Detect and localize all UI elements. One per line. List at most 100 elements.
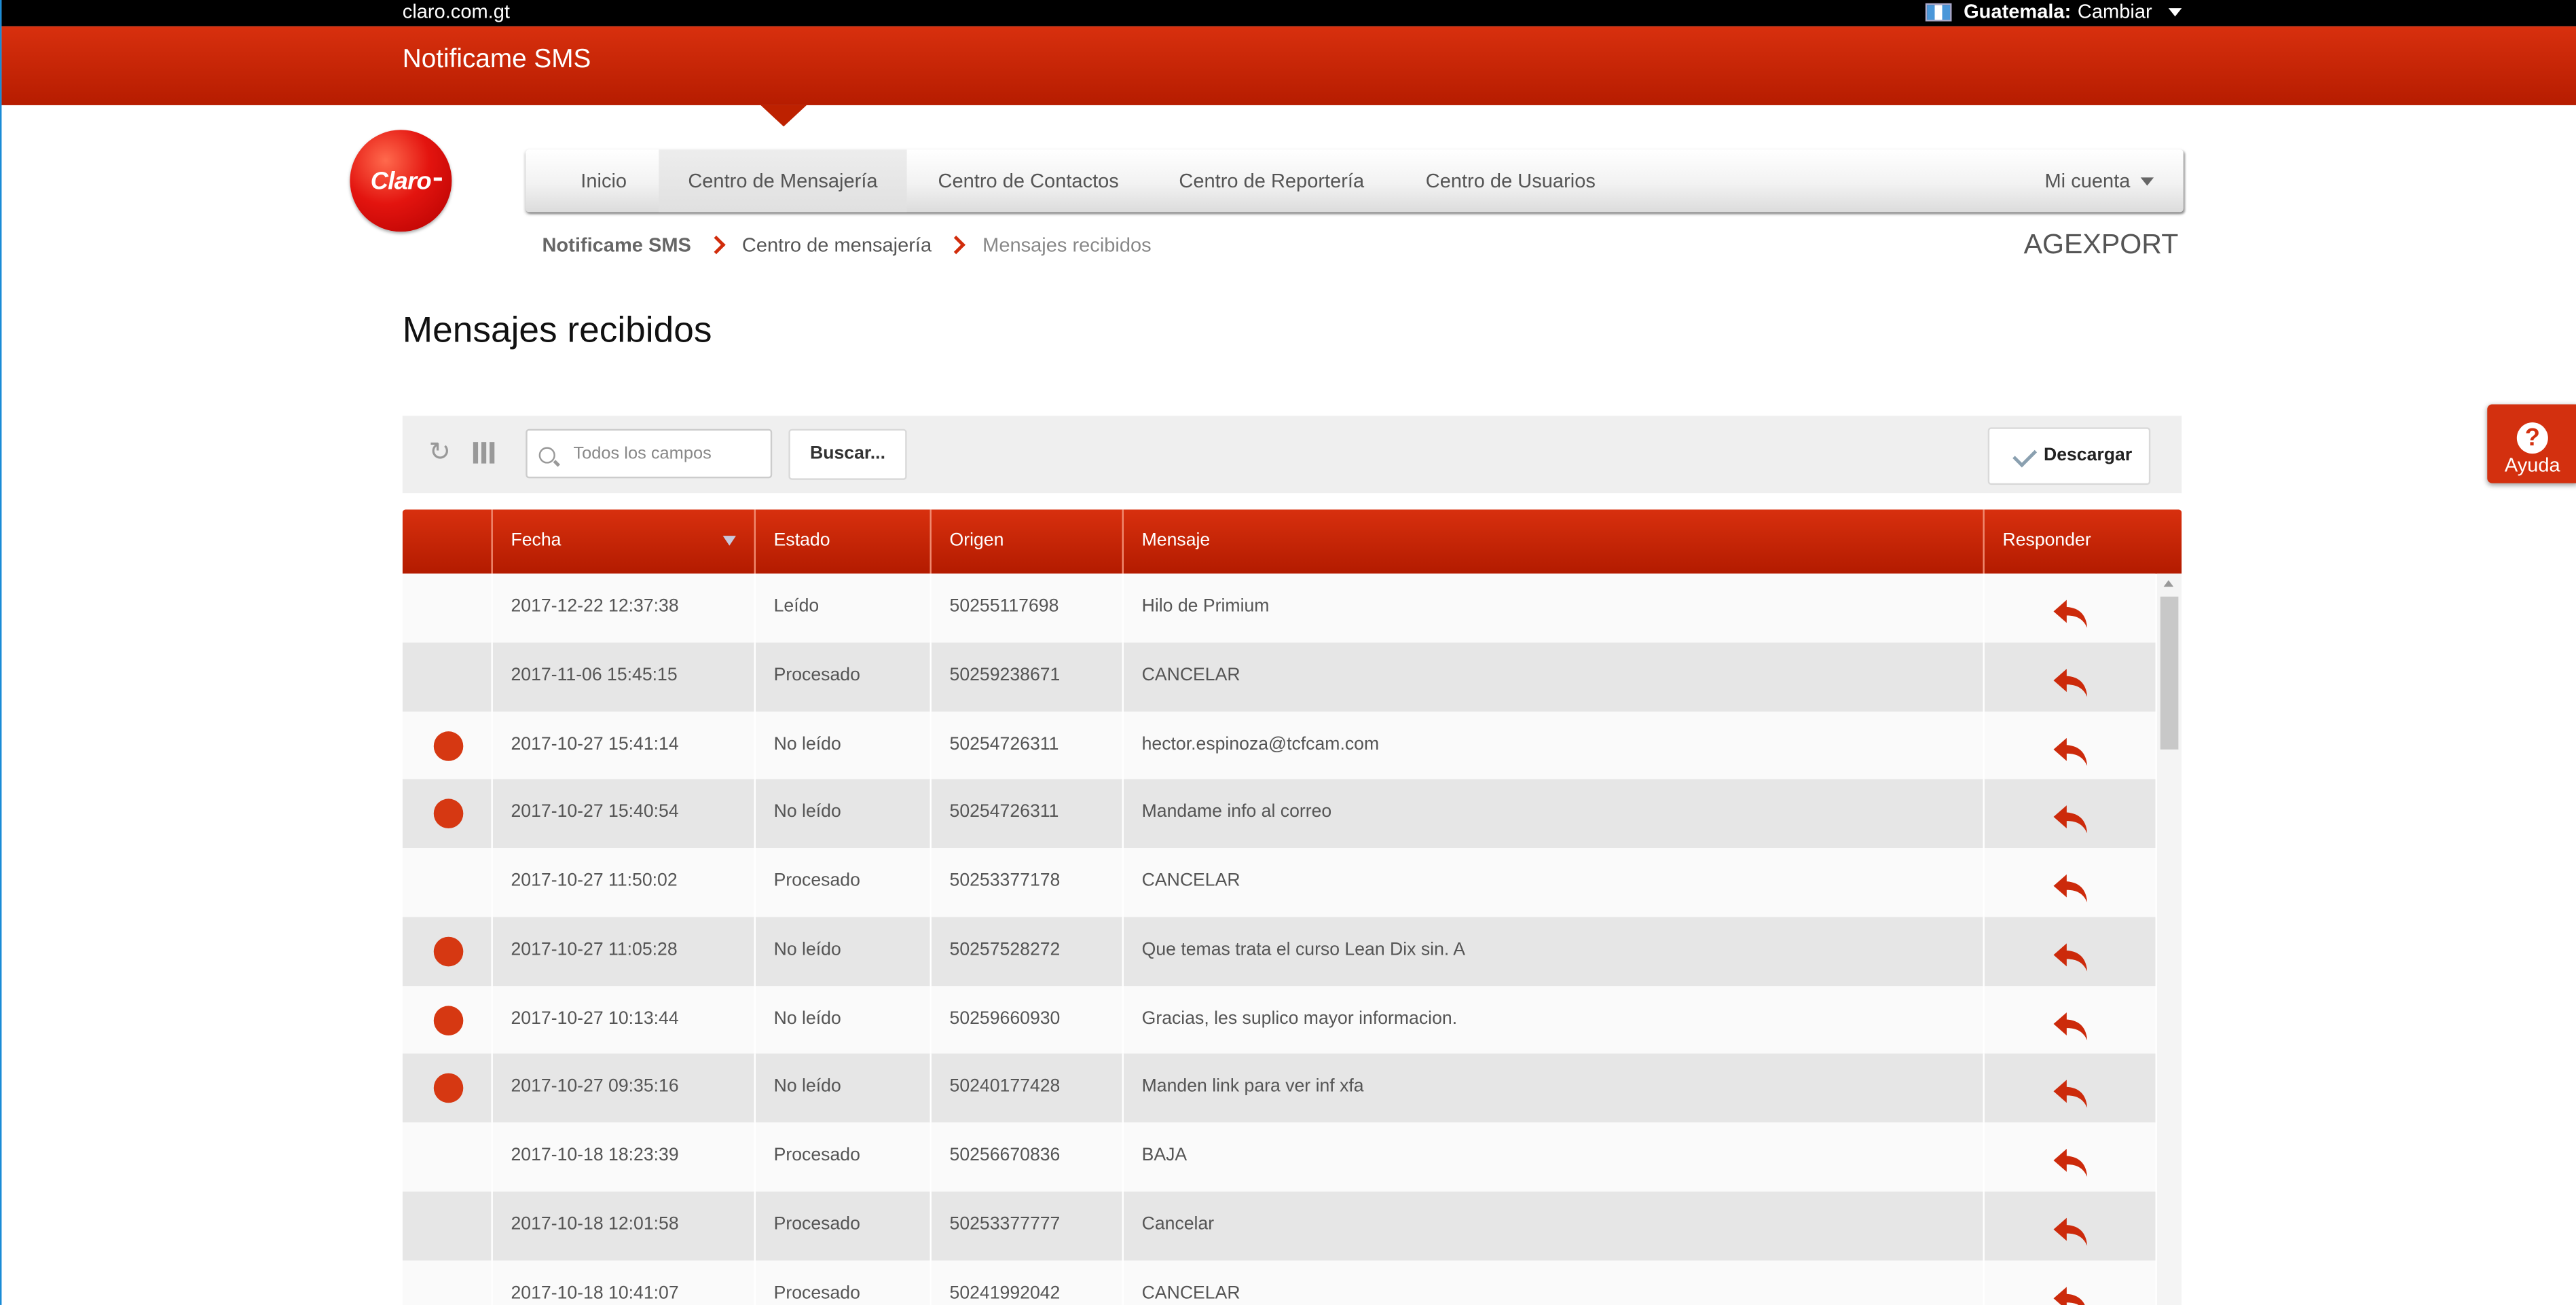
account-menu[interactable]: Mi cuenta bbox=[2044, 149, 2154, 212]
table-row[interactable]: 2017-10-18 18:23:39 Procesado 50256670836 B… bbox=[402, 1122, 2156, 1192]
cell-status bbox=[403, 574, 492, 642]
cell-estado: No leído bbox=[754, 1054, 930, 1123]
top-bar: claro.com.gt Guatemala: Cambiar bbox=[1, 0, 2576, 26]
table-row[interactable]: 2017-10-27 09:35:16 No leído 50240177428 Ma… bbox=[402, 1054, 2156, 1123]
country-selector[interactable]: Guatemala: Cambiar bbox=[1926, 0, 2182, 24]
breadcrumb-root[interactable]: Notificame SMS bbox=[542, 234, 691, 257]
reply-icon[interactable] bbox=[2052, 798, 2091, 834]
download-button[interactable]: Descargar bbox=[1987, 427, 2151, 485]
breadcrumb-section[interactable]: Centro de mensajería bbox=[742, 234, 932, 257]
table-toolbar: ↻ Buscar... Descargar bbox=[402, 416, 2182, 494]
cell-origen: 50259238671 bbox=[930, 642, 1122, 711]
cell-origen: 50241992042 bbox=[930, 1260, 1122, 1305]
column-header-label: Fecha bbox=[511, 530, 562, 551]
column-header-mensaje[interactable]: Mensaje bbox=[1122, 509, 1983, 574]
cell-fecha: 2017-12-22 12:37:38 bbox=[491, 573, 754, 642]
table-row[interactable]: 2017-10-27 11:05:28 No leído 50257528272 Qu… bbox=[402, 917, 2156, 986]
search-button[interactable]: Buscar... bbox=[788, 428, 907, 480]
cell-estado: No leído bbox=[754, 917, 930, 986]
reply-icon[interactable] bbox=[2052, 1141, 2091, 1177]
reply-icon[interactable] bbox=[2052, 866, 2091, 902]
reply-icon[interactable] bbox=[2052, 935, 2091, 971]
cell-estado: Procesado bbox=[754, 848, 930, 917]
help-button[interactable]: ? Ayuda bbox=[2487, 404, 2576, 483]
cell-responder bbox=[1983, 642, 2156, 711]
cell-status bbox=[403, 711, 492, 779]
cell-mensaje: CANCELAR bbox=[1122, 848, 1983, 917]
cell-fecha: 2017-10-27 11:05:28 bbox=[491, 917, 754, 986]
column-header-origen[interactable]: Origen bbox=[930, 509, 1122, 574]
chevron-down-icon bbox=[2140, 178, 2154, 187]
nav-item-centro-mensajeria[interactable]: Centro de Mensajería bbox=[659, 149, 907, 213]
reply-icon[interactable] bbox=[2052, 660, 2091, 697]
cell-responder bbox=[1983, 848, 2156, 917]
site-link[interactable]: claro.com.gt bbox=[403, 0, 510, 24]
column-header-estado[interactable]: Estado bbox=[754, 509, 930, 574]
chevron-down-icon bbox=[2168, 8, 2182, 17]
sort-desc-icon bbox=[722, 536, 736, 546]
reply-icon[interactable] bbox=[2052, 1278, 2091, 1305]
table-row[interactable]: 2017-10-27 10:13:44 No leído 50259660930 Gr… bbox=[402, 985, 2156, 1054]
cell-fecha: 2017-10-18 10:41:07 bbox=[491, 1260, 754, 1305]
table-row[interactable]: 2017-12-22 12:37:38 Leído 50255117698 Hilo … bbox=[402, 573, 2156, 642]
cell-mensaje: BAJA bbox=[1122, 1122, 1983, 1192]
cell-fecha: 2017-11-06 15:45:15 bbox=[491, 642, 754, 711]
search-input[interactable] bbox=[573, 437, 762, 471]
reply-icon[interactable] bbox=[2052, 1072, 2091, 1109]
nav-item-inicio[interactable]: Inicio bbox=[551, 149, 657, 212]
unread-dot-icon bbox=[433, 1005, 464, 1035]
cell-mensaje: Manden link para ver inf xfa bbox=[1122, 1054, 1983, 1123]
cell-status bbox=[403, 848, 492, 917]
cell-origen: 50256670836 bbox=[930, 1122, 1122, 1192]
nav-item-label: Inicio bbox=[581, 169, 627, 193]
cell-mensaje: CANCELAR bbox=[1122, 642, 1983, 711]
account-menu-label: Mi cuenta bbox=[2044, 169, 2131, 193]
table-row[interactable]: 2017-10-27 15:41:14 No leído 50254726311 he… bbox=[402, 710, 2156, 779]
table-row[interactable]: 2017-11-06 15:45:15 Procesado 50259238671 C… bbox=[402, 642, 2156, 711]
nav-item-centro-usuarios[interactable]: Centro de Usuarios bbox=[1399, 149, 1621, 212]
table-row[interactable]: 2017-10-27 15:40:54 No leído 50254726311 Ma… bbox=[402, 779, 2156, 849]
table-row[interactable]: 2017-10-18 10:41:07 Procesado 50241992042 C… bbox=[402, 1260, 2156, 1305]
refresh-icon[interactable]: ↻ bbox=[429, 439, 452, 468]
cell-estado: Procesado bbox=[754, 1122, 930, 1192]
cell-mensaje: Hilo de Primium bbox=[1122, 573, 1983, 642]
table-row[interactable]: 2017-10-27 11:50:02 Procesado 50253377178 C… bbox=[402, 848, 2156, 917]
reply-icon[interactable] bbox=[2052, 591, 2091, 628]
cell-status bbox=[403, 985, 492, 1054]
cell-responder bbox=[1983, 1260, 2156, 1305]
cell-mensaje: hector.espinoza@tcfcam.com bbox=[1122, 710, 1983, 779]
cell-status bbox=[403, 642, 492, 711]
cell-responder bbox=[1983, 779, 2156, 849]
unread-dot-icon bbox=[433, 730, 464, 760]
nav-item-centro-reporteria[interactable]: Centro de Reportería bbox=[1154, 149, 1390, 212]
table-scrollbar[interactable] bbox=[2156, 573, 2182, 1305]
cell-origen: 50253377777 bbox=[930, 1191, 1122, 1260]
columns-icon[interactable] bbox=[473, 442, 495, 464]
guatemala-flag-icon bbox=[1926, 3, 1953, 22]
claro-logo[interactable]: Claro bbox=[350, 130, 452, 232]
search-box bbox=[526, 428, 773, 479]
nav-item-label: Centro de Usuarios bbox=[1425, 169, 1596, 193]
app-header: Notificame SMS bbox=[1, 26, 2576, 127]
nav-item-centro-contactos[interactable]: Centro de Contactos bbox=[913, 149, 1143, 212]
cell-responder bbox=[1983, 710, 2156, 779]
change-country-link[interactable]: Cambiar bbox=[2078, 0, 2152, 24]
cell-responder bbox=[1983, 917, 2156, 986]
table-row[interactable]: 2017-10-18 12:01:58 Procesado 50253377777 C… bbox=[402, 1191, 2156, 1260]
nav-item-label: Centro de Contactos bbox=[938, 169, 1119, 193]
cell-origen: 50253377178 bbox=[930, 848, 1122, 917]
main-nav: Inicio Centro de Mensajería Centro de Co… bbox=[526, 149, 2184, 213]
cell-estado: Procesado bbox=[754, 1260, 930, 1305]
search-icon bbox=[538, 447, 555, 464]
scroll-up-icon[interactable] bbox=[2163, 580, 2174, 587]
reply-icon[interactable] bbox=[2052, 1004, 2091, 1040]
unread-dot-icon bbox=[433, 799, 464, 829]
scrollbar-thumb[interactable] bbox=[2160, 596, 2179, 750]
column-header-fecha[interactable]: Fecha bbox=[491, 509, 754, 574]
nav-item-label: Centro de Mensajería bbox=[688, 169, 878, 193]
app-window: claro.com.gt Guatemala: Cambiar Notifica… bbox=[0, 0, 2576, 1305]
reply-icon[interactable] bbox=[2052, 1209, 2091, 1246]
reply-icon[interactable] bbox=[2052, 729, 2091, 765]
nav-item-label: Centro de Reportería bbox=[1179, 169, 1365, 193]
cell-responder bbox=[1983, 573, 2156, 642]
